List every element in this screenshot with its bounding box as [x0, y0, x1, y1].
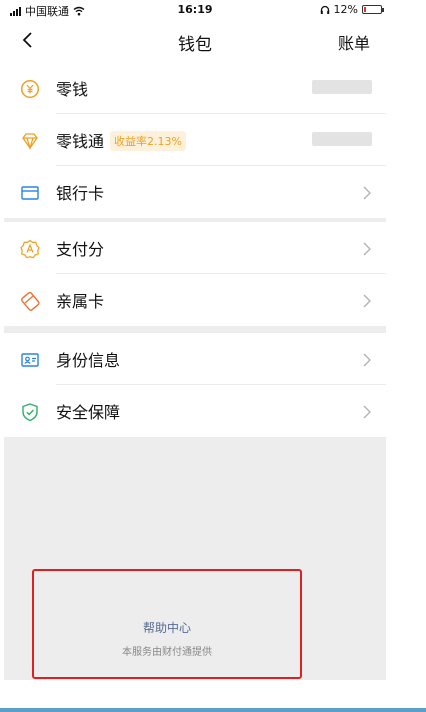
wallet-screen: 中国联通 16:19 12% 钱包 账单 零钱 零钱通 收益率2.13% 银行卡… — [4, 0, 386, 712]
security-group: 身份信息 安全保障 — [4, 333, 386, 437]
yuan-coin-icon — [20, 79, 40, 99]
id-card-icon — [21, 353, 39, 367]
service-provider-note: 本服务由财付通提供 — [122, 647, 212, 658]
list-item-change[interactable]: 零钱 — [4, 62, 386, 114]
card-icon — [21, 186, 39, 200]
nav-bar: 钱包 账单 — [4, 20, 386, 62]
identity-label: 身份信息 — [56, 351, 121, 370]
pay-score-label: 支付分 — [56, 240, 105, 259]
chevron-right-icon — [363, 405, 371, 419]
help-center-link[interactable]: 帮助中心 — [34, 619, 300, 636]
lingqiantong-label: 零钱通 — [56, 132, 105, 151]
bottom-edge-line — [0, 708, 426, 712]
page-title: 钱包 — [178, 35, 212, 55]
list-item-pay-score[interactable]: 支付分 — [4, 222, 386, 274]
balance-hidden — [312, 132, 372, 146]
list-item-lingqiantong[interactable]: 零钱通 收益率2.13% — [4, 114, 386, 166]
balance-hidden — [312, 80, 372, 94]
chevron-right-icon — [363, 294, 371, 308]
headphones-icon — [320, 5, 329, 14]
list-item-security[interactable]: 安全保障 — [4, 385, 386, 437]
family-card-icon — [21, 291, 40, 311]
list-item-family-card[interactable]: 亲属卡 — [4, 274, 386, 326]
yield-badge: 收益率2.13% — [110, 131, 186, 151]
services-group: 支付分 亲属卡 — [4, 222, 386, 326]
chevron-right-icon — [363, 353, 371, 367]
change-label: 零钱 — [56, 80, 89, 99]
status-right: 12% — [320, 3, 384, 16]
list-item-bank-card[interactable]: 银行卡 — [4, 166, 386, 218]
battery-icon — [362, 5, 384, 14]
security-label: 安全保障 — [56, 403, 121, 422]
diamond-icon — [22, 133, 38, 151]
family-card-label: 亲属卡 — [56, 292, 105, 311]
battery-percent: 12% — [333, 3, 358, 16]
chevron-right-icon — [363, 186, 371, 200]
status-bar: 中国联通 16:19 12% — [4, 0, 386, 20]
bill-button[interactable]: 账单 — [338, 30, 370, 54]
wallet-group: 零钱 零钱通 收益率2.13% 银行卡 — [4, 62, 386, 218]
shield-check-icon — [22, 403, 38, 422]
score-badge-icon — [20, 239, 40, 259]
help-center-highlight: 帮助中心 本服务由财付通提供 — [32, 569, 302, 679]
list-item-identity[interactable]: 身份信息 — [4, 333, 386, 385]
footer-area: 帮助中心 本服务由财付通提供 — [4, 437, 386, 680]
chevron-right-icon — [363, 242, 371, 256]
bank-card-label: 银行卡 — [56, 184, 105, 203]
